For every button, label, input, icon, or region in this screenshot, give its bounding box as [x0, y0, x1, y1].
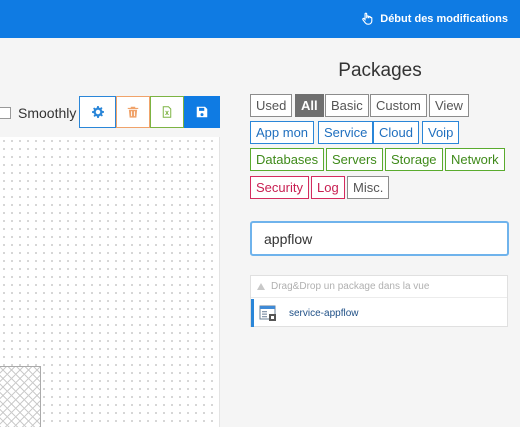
filter-view[interactable]: View: [429, 94, 469, 117]
filter-misc[interactable]: Misc.: [347, 176, 390, 199]
start-editing-button[interactable]: Début des modifications: [361, 12, 508, 25]
drop-hint: Drag&Drop un package dans la vue: [251, 276, 507, 298]
filter-security[interactable]: Security: [250, 176, 309, 199]
smoothly-checkbox[interactable]: [0, 107, 11, 119]
filter-basic[interactable]: Basic: [325, 94, 369, 117]
filter-log[interactable]: Log: [311, 176, 345, 199]
filter-all[interactable]: All: [295, 94, 324, 117]
package-search-input[interactable]: [250, 221, 509, 256]
canvas-shape[interactable]: [0, 366, 41, 427]
filter-service[interactable]: Service: [318, 121, 374, 144]
filter-databases[interactable]: Databases: [250, 148, 325, 171]
filter-voip[interactable]: Voip: [422, 121, 460, 144]
trash-icon: [127, 106, 139, 118]
top-bar: Début des modifications: [0, 0, 520, 38]
filter-app-mon[interactable]: App mon: [250, 121, 315, 144]
hand-pointer-icon: [362, 12, 373, 25]
filter-storage[interactable]: Storage: [385, 148, 443, 171]
floppy-disk-icon: [196, 106, 208, 118]
smoothly-label: Smoothly: [18, 105, 77, 121]
service-package-icon: [259, 305, 276, 321]
filter-used[interactable]: Used: [250, 94, 293, 117]
filter-cloud[interactable]: Cloud: [373, 121, 419, 144]
filter-servers[interactable]: Servers: [326, 148, 383, 171]
filter-network[interactable]: Network: [445, 148, 505, 171]
gear-icon: [91, 106, 104, 118]
triangle-up-icon: [257, 283, 265, 290]
excel-icon: [162, 106, 172, 118]
packages-title: Packages: [338, 60, 422, 81]
package-item-service-appflow[interactable]: service-appflow: [251, 299, 507, 327]
settings-button[interactable]: [79, 96, 116, 128]
package-results-list: Drag&Drop un package dans la vue service…: [250, 275, 508, 327]
export-excel-button[interactable]: [150, 96, 184, 128]
package-item-label: service-appflow: [289, 307, 359, 319]
delete-button[interactable]: [116, 96, 150, 128]
drop-hint-label: Drag&Drop un package dans la vue: [271, 281, 430, 292]
smoothly-option[interactable]: Smoothly: [0, 105, 76, 121]
save-button[interactable]: [184, 96, 220, 128]
filter-custom[interactable]: Custom: [370, 94, 427, 117]
start-editing-label: Début des modifications: [380, 12, 508, 25]
